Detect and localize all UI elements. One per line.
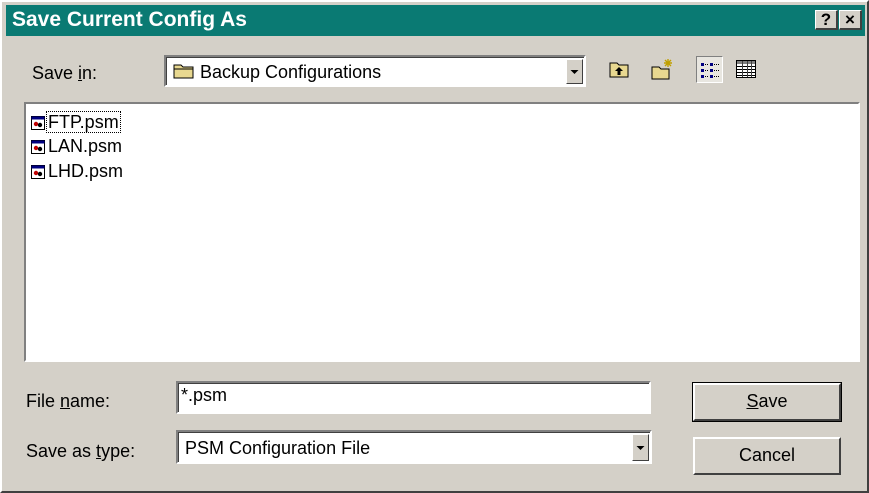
save-in-value: Backup Configurations [200, 62, 382, 82]
up-one-level-button[interactable] [606, 56, 633, 83]
psm-file-icon [31, 116, 45, 130]
save-in-label: Save in: [32, 63, 98, 83]
chevron-down-icon [570, 70, 579, 74]
file-name-input[interactable]: *.psm [176, 381, 651, 414]
create-new-folder-icon [651, 59, 672, 80]
file-name-label: LHD.psm [48, 161, 124, 181]
save-as-type-dropdown[interactable]: PSM Configuration File [176, 430, 652, 464]
psm-file-icon [31, 140, 45, 154]
save-as-type-dropdown-button[interactable] [632, 434, 649, 461]
folder-icon [173, 62, 195, 84]
chevron-down-icon [636, 446, 645, 450]
file-name-label: File name: [26, 391, 111, 411]
file-list[interactable]: FTP.psm LAN.psm LHD.psm [24, 102, 860, 362]
psm-file-icon [31, 165, 45, 179]
file-name-label: FTP.psm [46, 111, 121, 133]
save-as-type-label: Save as type: [26, 441, 136, 461]
details-view-button[interactable] [733, 56, 760, 83]
file-name-label: LAN.psm [48, 136, 123, 156]
save-in-dropdown[interactable]: Backup Configurations [164, 55, 586, 87]
list-view-icon [701, 63, 719, 78]
list-view-button[interactable] [696, 56, 723, 83]
save-as-type-value: PSM Configuration File [185, 438, 371, 458]
create-new-folder-button[interactable] [649, 56, 676, 83]
help-button[interactable]: ? [815, 10, 838, 30]
window-title: Save Current Config As [12, 8, 247, 31]
save-dialog: Save Current Config As ? × Save in: Back… [0, 0, 869, 493]
file-name-value[interactable]: *.psm [178, 383, 649, 412]
save-in-dropdown-button[interactable] [566, 59, 583, 84]
up-one-level-icon [609, 62, 629, 78]
close-button[interactable]: × [839, 10, 862, 30]
title-bar[interactable]: Save Current Config As ? × [6, 5, 865, 36]
save-button[interactable]: Save [692, 382, 842, 422]
cancel-button[interactable]: Cancel [693, 437, 841, 475]
details-view-icon [736, 60, 756, 78]
